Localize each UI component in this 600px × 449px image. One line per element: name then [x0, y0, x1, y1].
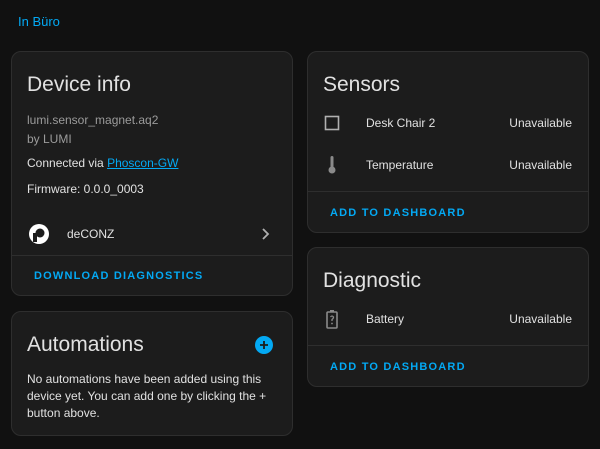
sensor-state: Unavailable [509, 158, 572, 172]
divider [308, 345, 588, 346]
sensors-card: Sensors Desk Chair 2 Unavailable Tempera… [307, 51, 589, 233]
thermometer-icon [322, 155, 342, 175]
download-diagnostics-button[interactable]: Download diagnostics [34, 270, 203, 282]
sensor-name: Temperature [366, 158, 434, 172]
firmware-version: Firmware: 0.0.0_0003 [27, 182, 144, 196]
plus-icon [260, 341, 268, 349]
device-info-title: Device info [27, 73, 131, 96]
automations-empty-text: No automations have been added using thi… [27, 372, 267, 420]
divider [308, 191, 588, 192]
add-to-dashboard-button[interactable]: Add to dashboard [330, 361, 466, 373]
sensor-name: Battery [366, 312, 405, 326]
sensors-title: Sensors [323, 73, 401, 96]
battery-unknown-icon [322, 309, 342, 329]
device-manufacturer: by LUMI [27, 132, 72, 146]
sensor-name: Desk Chair 2 [366, 116, 436, 130]
checkbox-icon [322, 113, 342, 133]
divider [12, 255, 292, 256]
connected-via-link[interactable]: Phoscon-GW [107, 156, 178, 170]
deconz-logo-icon [28, 223, 50, 245]
connected-via-label: Connected via [27, 156, 104, 170]
diagnostic-title: Diagnostic [323, 269, 422, 292]
add-to-dashboard-button[interactable]: Add to dashboard [330, 207, 466, 219]
diagnostic-card: Diagnostic Battery Unavailable Add to da… [307, 247, 589, 387]
sensor-row-temperature[interactable]: Temperature Unavailable [308, 150, 588, 180]
add-automation-button[interactable] [255, 336, 273, 354]
sensor-row-desk-chair[interactable]: Desk Chair 2 Unavailable [308, 108, 588, 138]
area-link[interactable]: In Büro [18, 14, 60, 29]
device-model: lumi.sensor_magnet.aq2 [27, 113, 159, 127]
integration-row[interactable]: deCONZ [12, 218, 292, 250]
automations-card: Automations No automations have been add… [11, 311, 293, 436]
device-info-card: Device info lumi.sensor_magnet.aq2 by LU… [11, 51, 293, 296]
connected-via: Connected via Phoscon-GW [27, 156, 178, 170]
integration-name: deCONZ [67, 227, 115, 241]
automations-title: Automations [27, 333, 144, 356]
sensor-state: Unavailable [509, 312, 572, 326]
diagnostic-row-battery[interactable]: Battery Unavailable [308, 304, 588, 334]
chevron-right-icon [260, 228, 270, 240]
sensor-state: Unavailable [509, 116, 572, 130]
